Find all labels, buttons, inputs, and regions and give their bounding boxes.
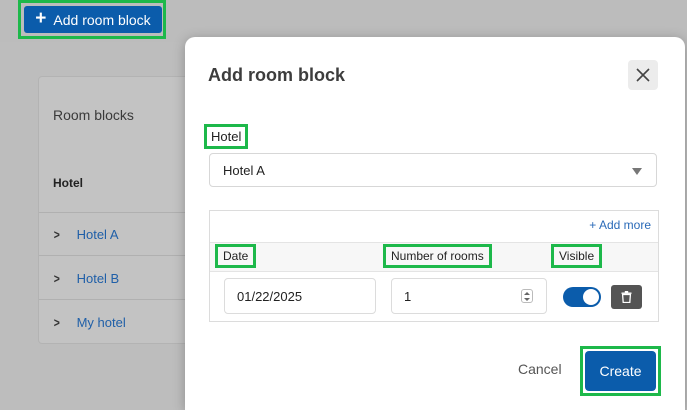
chevron-down-icon [632, 168, 642, 175]
divider [39, 212, 209, 213]
trash-icon [621, 291, 632, 303]
close-icon [636, 68, 650, 82]
hotel-link[interactable]: My hotel [77, 315, 126, 330]
date-value: 01/22/2025 [237, 288, 303, 304]
list-item[interactable]: > Hotel B [53, 267, 119, 289]
add-more-link[interactable]: + Add more [589, 218, 651, 232]
dialog-title: Add room block [208, 65, 346, 85]
close-button[interactable] [628, 60, 658, 90]
chevron-right-icon: > [53, 314, 60, 330]
divider [39, 299, 209, 300]
rooms-value: 1 [404, 288, 412, 304]
list-item[interactable]: > My hotel [53, 311, 126, 333]
visible-toggle[interactable] [563, 287, 601, 307]
add-room-block-dialog: Add room block Hotel Hotel A + Add more … [185, 37, 685, 410]
create-button[interactable]: Create [585, 351, 656, 391]
divider [39, 255, 209, 256]
stepper-up-icon [524, 291, 530, 295]
hotel-link[interactable]: Hotel A [77, 227, 119, 242]
add-room-block-label: Add room block [53, 11, 151, 28]
hotel-link[interactable]: Hotel B [77, 271, 120, 286]
chevron-right-icon: > [53, 270, 60, 286]
delete-row-button[interactable] [611, 285, 642, 309]
list-item[interactable]: > Hotel A [53, 223, 119, 245]
chevron-right-icon: > [53, 226, 60, 242]
add-room-block-button[interactable]: + Add room block [24, 6, 162, 33]
hotel-select-value: Hotel A [223, 162, 265, 178]
room-block-table: + Add more Date Number of rooms Visible … [209, 210, 659, 322]
card-title: Room blocks [53, 107, 134, 123]
hotel-field-label: Hotel [203, 124, 249, 149]
column-header-visible: Visible [550, 244, 603, 268]
number-stepper[interactable] [521, 289, 533, 303]
date-field[interactable]: 01/22/2025 [224, 278, 376, 314]
column-header-hotel: Hotel [53, 176, 83, 190]
rooms-number-field[interactable]: 1 [391, 278, 547, 314]
table-header: Date Number of rooms Visible [210, 242, 658, 272]
toggle-knob [583, 289, 599, 305]
cancel-button[interactable]: Cancel [518, 361, 562, 377]
stepper-down-icon [524, 297, 530, 301]
column-header-rooms: Number of rooms [383, 244, 492, 268]
hotel-select[interactable]: Hotel A [209, 153, 657, 187]
column-header-date: Date [214, 244, 257, 268]
plus-icon: + [35, 8, 47, 29]
